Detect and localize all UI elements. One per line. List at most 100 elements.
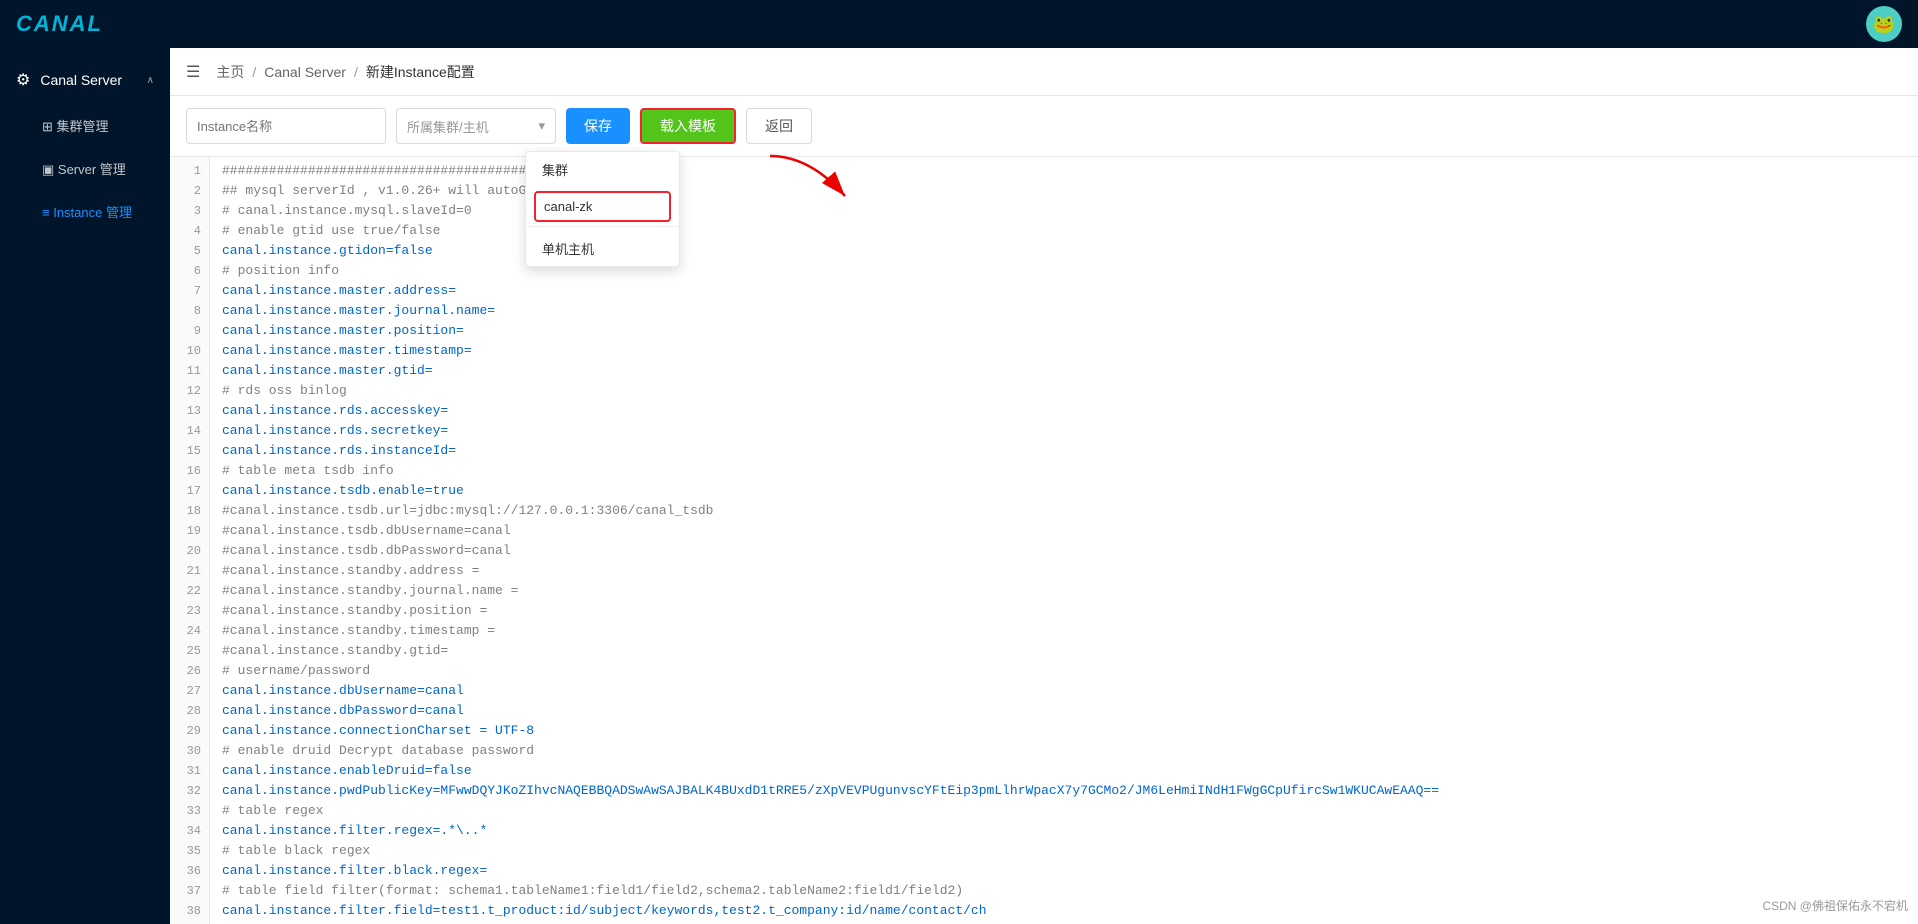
line-number: 19	[170, 521, 209, 541]
watermark: CSDN @佛祖保佑永不宕机	[1762, 897, 1908, 914]
line-number: 13	[170, 401, 209, 421]
code-line: canal.instance.filter.field=test1.t_prod…	[222, 901, 1918, 921]
code-line: canal.instance.pwdPublicKey=MFwwDQYJKoZI…	[222, 781, 1918, 801]
cluster-select-text: 所属集群/主机	[407, 117, 489, 136]
line-number: 29	[170, 721, 209, 741]
line-number: 34	[170, 821, 209, 841]
line-number: 28	[170, 701, 209, 721]
line-number: 23	[170, 601, 209, 621]
sidebar-item-server-mgmt[interactable]: ▣ Server 管理	[0, 147, 170, 190]
line-number: 5	[170, 241, 209, 261]
line-number: 2	[170, 181, 209, 201]
line-number: 32	[170, 781, 209, 801]
code-line: #canal.instance.standby.position =	[222, 601, 1918, 621]
code-line: # username/password	[222, 661, 1918, 681]
line-number: 6	[170, 261, 209, 281]
code-line: #canal.instance.standby.address =	[222, 561, 1918, 581]
code-line: canal.instance.rds.accesskey=	[222, 401, 1918, 421]
line-number: 11	[170, 361, 209, 381]
sidebar-canal-server-left: ⚙ Canal Server	[16, 70, 122, 90]
menu-icon[interactable]: ☰	[186, 62, 200, 82]
code-line: canal.instance.master.timestamp=	[222, 341, 1918, 361]
code-line: canal.instance.dbUsername=canal	[222, 681, 1918, 701]
breadcrumb-canal-server[interactable]: Canal Server	[264, 64, 346, 80]
code-line: canal.instance.filter.black.regex=	[222, 861, 1918, 881]
line-number: 24	[170, 621, 209, 641]
breadcrumb-sep2: /	[354, 64, 358, 80]
server-mgmt-label: Server 管理	[58, 162, 126, 177]
code-line: # table field filter(format: schema1.tab…	[222, 881, 1918, 901]
line-number: 10	[170, 341, 209, 361]
line-number: 12	[170, 381, 209, 401]
line-number: 3	[170, 201, 209, 221]
cluster-select[interactable]: 所属集群/主机 ▾	[396, 108, 556, 144]
back-button[interactable]: 返回	[746, 108, 812, 144]
chevron-down-icon: ▾	[538, 118, 545, 134]
topbar: CANAL 🐸	[0, 0, 1918, 48]
logo: CANAL	[16, 11, 103, 37]
line-number: 20	[170, 541, 209, 561]
code-line: # canal.instance.mysql.slaveId=0	[222, 201, 1918, 221]
line-number: 16	[170, 461, 209, 481]
dropdown-divider	[526, 226, 679, 227]
code-content: ########################################…	[210, 157, 1918, 924]
line-number: 14	[170, 421, 209, 441]
avatar[interactable]: 🐸	[1866, 6, 1902, 42]
line-number: 37	[170, 881, 209, 901]
dropdown-canal-zk[interactable]: canal-zk	[534, 191, 671, 222]
line-number: 27	[170, 681, 209, 701]
server-icon: ⚙	[16, 70, 30, 90]
code-line: # enable druid Decrypt database password	[222, 741, 1918, 761]
line-numbers: 1234567891011121314151617181920212223242…	[170, 157, 210, 924]
code-line: canal.instance.filter.regex=.*\..*	[222, 821, 1918, 841]
save-button[interactable]: 保存	[566, 108, 630, 144]
dropdown-single-host-title: 单机主机	[526, 231, 679, 266]
cluster-mgmt-label: 集群管理	[57, 119, 109, 134]
cluster-dropdown: 集群 canal-zk 单机主机	[525, 151, 680, 267]
code-line: canal.instance.gtidon=false	[222, 241, 1918, 261]
line-number: 35	[170, 841, 209, 861]
cluster-mgmt-icon: ⊞	[42, 119, 57, 134]
line-number: 22	[170, 581, 209, 601]
chevron-down-icon: ∧	[147, 75, 154, 86]
layout: ⚙ Canal Server ∧ ⊞ 集群管理 ▣ Server 管理 ≡ In…	[0, 48, 1918, 924]
breadcrumb-sep1: /	[252, 64, 256, 80]
line-number: 18	[170, 501, 209, 521]
code-line: # rds oss binlog	[222, 381, 1918, 401]
code-line: #canal.instance.standby.timestamp =	[222, 621, 1918, 641]
line-number: 8	[170, 301, 209, 321]
code-line: canal.instance.master.gtid=	[222, 361, 1918, 381]
code-line: #canal.instance.tsdb.url=jdbc:mysql://12…	[222, 501, 1918, 521]
instance-mgmt-icon: ≡	[42, 205, 53, 220]
sidebar: ⚙ Canal Server ∧ ⊞ 集群管理 ▣ Server 管理 ≡ In…	[0, 48, 170, 924]
code-line: # enable gtid use true/false	[222, 221, 1918, 241]
code-line: canal.instance.master.address=	[222, 281, 1918, 301]
line-number: 4	[170, 221, 209, 241]
avatar-icon: 🐸	[1873, 14, 1895, 35]
server-mgmt-icon: ▣	[42, 162, 58, 177]
code-line: canal.instance.enableDruid=false	[222, 761, 1918, 781]
template-button[interactable]: 载入模板	[640, 108, 736, 144]
instance-name-input[interactable]	[186, 108, 386, 144]
sidebar-canal-server[interactable]: ⚙ Canal Server ∧	[0, 56, 170, 104]
line-number: 9	[170, 321, 209, 341]
code-line: # table regex	[222, 801, 1918, 821]
line-number: 31	[170, 761, 209, 781]
line-number: 33	[170, 801, 209, 821]
sidebar-item-instance-mgmt[interactable]: ≡ Instance 管理	[0, 190, 170, 233]
instance-mgmt-label: Instance 管理	[53, 205, 132, 220]
content: ☰ 主页 / Canal Server / 新建Instance配置 所属集群/…	[170, 48, 1918, 924]
code-line: canal.instance.master.position=	[222, 321, 1918, 341]
code-line: ## mysql serverId , v1.0.26+ will autoGe…	[222, 181, 1918, 201]
line-number: 38	[170, 901, 209, 921]
line-number: 17	[170, 481, 209, 501]
code-lines: 1234567891011121314151617181920212223242…	[170, 157, 1918, 924]
line-number: 1	[170, 161, 209, 181]
main-content: 所属集群/主机 ▾ 保存 载入模板 返回 集群 canal-zk 单机主机	[170, 96, 1918, 924]
breadcrumb-home[interactable]: 主页	[216, 62, 244, 82]
code-line: canal.instance.rds.instanceId=	[222, 441, 1918, 461]
code-line: canal.instance.connectionCharset = UTF-8	[222, 721, 1918, 741]
code-line: #canal.instance.standby.gtid=	[222, 641, 1918, 661]
code-editor[interactable]: 1234567891011121314151617181920212223242…	[170, 157, 1918, 924]
sidebar-item-cluster-mgmt[interactable]: ⊞ 集群管理	[0, 104, 170, 147]
